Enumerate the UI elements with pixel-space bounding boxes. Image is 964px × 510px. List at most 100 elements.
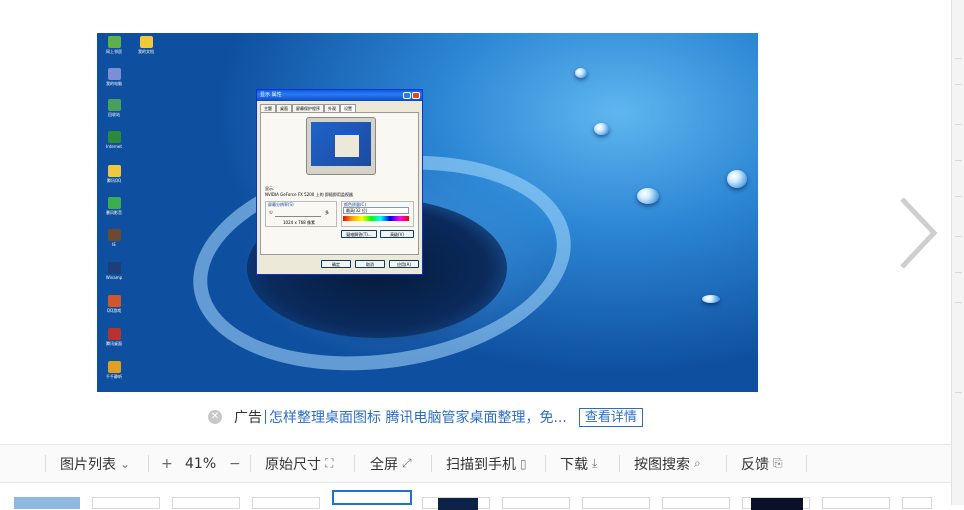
viewer-main: 网上邻居 我的文档 我的电脑 回收站 Internet 腾讯QQ 暴风影音 IE… [0, 0, 951, 510]
thumbnail[interactable] [14, 497, 80, 509]
zoom-level: 41% [185, 455, 217, 472]
network-icon [107, 36, 121, 48]
desktop-icon: Winamp [103, 262, 125, 280]
scan-to-phone-button[interactable]: 扫描到手机 ▯ [446, 445, 527, 482]
monitor-screen [311, 122, 371, 166]
desktop-icon: 暴风影音 [103, 197, 125, 215]
divider [545, 455, 546, 472]
music-icon [107, 361, 121, 373]
cancel-button: 取消 [355, 260, 385, 268]
divider [726, 455, 727, 472]
color-spectrum [343, 216, 409, 221]
feedback-button[interactable]: 反馈 ⎘ [741, 445, 783, 482]
water-drop [727, 170, 747, 188]
desktop-icon: 腾讯QQ [103, 165, 125, 183]
advanced-button: 高级(V) [380, 230, 414, 238]
display-properties-dialog: 显示 属性 主题 桌面 屏幕保护程序 外观 设置 显示: NVIDIA GeForce … [256, 89, 423, 275]
display-value: NVIDIA GeForce FX 5200 上的 即插即用监视器 [265, 192, 353, 197]
thumbnail[interactable] [662, 497, 730, 509]
fullscreen-icon: ⤢ [402, 456, 412, 470]
thumbnail-selected[interactable] [332, 490, 412, 505]
desktop-icon: 网上邻居 [103, 36, 125, 54]
desktop-icon: 我的文档 [135, 36, 157, 54]
divider [45, 455, 46, 472]
tab-theme: 主题 [260, 104, 276, 112]
app-icon [107, 328, 121, 340]
water-drop [637, 188, 659, 204]
desktop-icon: 腾讯桌面 [103, 328, 125, 346]
desktop-icon: 回收站 [103, 99, 125, 117]
thumbnail-strip [0, 490, 951, 510]
thumbnail[interactable] [422, 497, 490, 510]
tab-desktop: 桌面 [276, 104, 292, 112]
thumbnail[interactable] [172, 497, 240, 509]
zoom-out-button[interactable]: − [229, 445, 241, 482]
divider [148, 455, 149, 472]
download-button[interactable]: 下载 ⤓ [560, 445, 597, 482]
original-size-icon: ⛶ [325, 456, 334, 470]
thumbnail[interactable] [582, 497, 650, 509]
troubleshoot-button: 疑难解答(T)... [341, 230, 377, 238]
toolbar: 图片列表 ⌄ + 41% − 原始尺寸 ⛶ 全屏 ⤢ 扫描到手机 ▯ 下载 ⤓ … [0, 444, 951, 483]
divider [431, 455, 432, 472]
tab-screensaver: 屏幕保护程序 [292, 104, 324, 112]
ad-divider [265, 410, 266, 424]
divider [806, 455, 807, 472]
desktop-icon: 千千静听 [103, 361, 125, 379]
qq-icon [107, 197, 121, 209]
color-quality-select: 最高(32 位) [343, 207, 409, 214]
resolution-slider [275, 216, 321, 217]
view-details-button[interactable]: 查看详情 [578, 407, 643, 427]
desktop-icon: 我的电脑 [103, 68, 125, 86]
tab-settings: 设置 [340, 104, 356, 112]
folder-icon [139, 36, 153, 48]
zoom-in-button[interactable]: + [161, 445, 173, 482]
ad-banner: ✕ 广告 怎样整理桌面图标 腾讯电脑管家桌面整理，免... 查看详情 [208, 404, 643, 430]
thumbnail[interactable] [252, 497, 320, 509]
thumbnail[interactable] [92, 497, 160, 509]
desktop-icon: IE [103, 229, 125, 247]
apply-button: 应用(A) [389, 260, 419, 268]
game-icon [107, 295, 121, 307]
computer-icon [107, 68, 121, 80]
ad-label: 广告 [234, 410, 262, 426]
app-icon [107, 262, 121, 274]
settings-panel: 显示: NVIDIA GeForce FX 5200 上的 即插即用监视器 屏幕… [260, 112, 419, 255]
display-label: 显示: [265, 186, 275, 191]
water-drop [575, 68, 587, 78]
search-by-image-button[interactable]: 按图搜索 ⌕ [634, 445, 701, 482]
download-icon: ⤓ [592, 456, 598, 470]
ie-icon [107, 131, 121, 143]
desktop-icon: QQ游戏 [103, 295, 125, 313]
monitor-preview [306, 117, 376, 175]
fullscreen-button[interactable]: 全屏 ⤢ [370, 445, 412, 482]
thumbnail[interactable] [742, 497, 810, 510]
player-icon [107, 229, 121, 241]
divider [619, 455, 620, 472]
dialog-titlebar: 显示 属性 [257, 90, 422, 101]
divider [250, 455, 251, 472]
image-list-button[interactable]: 图片列表 ⌄ [60, 445, 130, 482]
phone-icon: ▯ [520, 456, 527, 471]
help-icon [403, 92, 411, 99]
chevron-right-icon[interactable] [896, 195, 940, 271]
original-size-button[interactable]: 原始尺寸 ⛶ [265, 445, 333, 482]
water-drop [594, 123, 609, 135]
scrollbar[interactable] [951, 0, 964, 505]
ok-button: 确定 [321, 260, 351, 268]
thumbnail[interactable] [502, 497, 570, 509]
ad-link[interactable]: 怎样整理桌面图标 腾讯电脑管家桌面整理，免... [269, 407, 567, 427]
thumbnail[interactable] [822, 497, 890, 509]
close-icon[interactable]: ✕ [208, 410, 222, 424]
desktop-icon: Internet [103, 131, 125, 149]
chevron-down-circle-icon: ⌄ [120, 456, 131, 471]
thumbnail[interactable] [902, 497, 932, 509]
image-search-icon: ⌕ [694, 456, 701, 470]
preview-image[interactable]: 网上邻居 我的文档 我的电脑 回收站 Internet 腾讯QQ 暴风影音 IE… [97, 33, 758, 392]
resolution-label: 屏幕分辨率(S) [268, 202, 294, 207]
folder-icon [107, 165, 121, 177]
tab-appearance: 外观 [324, 104, 340, 112]
close-icon [412, 92, 420, 99]
feedback-icon: ⎘ [773, 456, 783, 470]
water-drop [702, 295, 720, 303]
